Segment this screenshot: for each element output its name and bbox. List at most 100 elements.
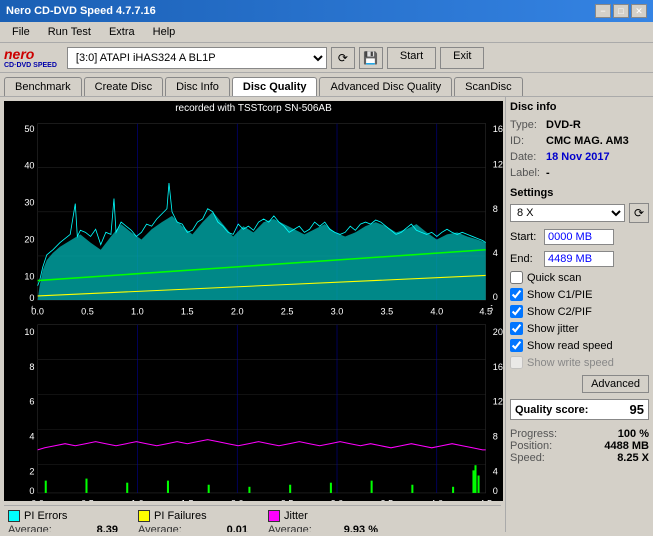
svg-text:1.5: 1.5: [181, 306, 194, 316]
progress-label: Progress:: [510, 428, 557, 440]
menu-file[interactable]: File: [4, 24, 38, 40]
svg-text:4: 4: [493, 466, 498, 476]
id-row: ID: CMC MAG. AM3: [510, 135, 649, 147]
save-button[interactable]: 💾: [359, 47, 383, 69]
svg-text:4: 4: [493, 248, 498, 258]
speed-progress-row: Speed: 8.25 X: [510, 452, 649, 464]
menu-help[interactable]: Help: [145, 24, 184, 40]
tabs-bar: Benchmark Create Disc Disc Info Disc Qua…: [0, 73, 653, 96]
svg-text:0.5: 0.5: [81, 498, 94, 501]
end-mb-input[interactable]: [544, 251, 614, 267]
progress-value: 100 %: [618, 428, 649, 440]
quick-scan-row: Quick scan: [510, 271, 649, 284]
svg-text:16: 16: [493, 362, 503, 372]
close-button[interactable]: ✕: [631, 4, 647, 18]
svg-text:30: 30: [24, 198, 34, 208]
show-c1pie-row: Show C1/PIE: [510, 288, 649, 301]
show-c1pie-label: Show C1/PIE: [527, 289, 592, 301]
tab-create-disc[interactable]: Create Disc: [84, 77, 163, 96]
pi-errors-color: [8, 510, 20, 522]
start-button[interactable]: Start: [387, 47, 436, 69]
show-write-speed-label: Show write speed: [527, 357, 614, 369]
svg-text:3.0: 3.0: [331, 306, 344, 316]
show-write-speed-checkbox[interactable]: [510, 356, 523, 369]
show-c1pie-checkbox[interactable]: [510, 288, 523, 301]
legend-jitter: Jitter Average: 9.93 % Maximum: 14.7 % P…: [268, 510, 378, 532]
svg-text:1.5: 1.5: [181, 498, 194, 501]
svg-text:4.0: 4.0: [430, 498, 443, 501]
svg-text:4.0: 4.0: [430, 306, 443, 316]
nero-logo: nero CD·DVD SPEED: [4, 46, 57, 69]
menu-bar: File Run Test Extra Help: [0, 22, 653, 43]
speed-select[interactable]: 8 X: [510, 204, 625, 222]
pi-errors-avg-label: Average:: [8, 524, 52, 532]
show-c2pif-label: Show C2/PIF: [527, 306, 592, 318]
pi-failures-avg-value: 0.01: [227, 524, 248, 532]
svg-text:50: 50: [24, 124, 34, 134]
quality-score-row: Quality score: 95: [510, 399, 649, 420]
refresh-drive-button[interactable]: ⟳: [331, 47, 355, 69]
tab-benchmark[interactable]: Benchmark: [4, 77, 82, 96]
svg-text:2.5: 2.5: [281, 306, 294, 316]
disc-label-value: -: [546, 167, 550, 179]
start-mb-input[interactable]: [544, 229, 614, 245]
position-row: Position: 4488 MB: [510, 440, 649, 452]
pi-failures-avg-label: Average:: [138, 524, 182, 532]
svg-text:8: 8: [493, 432, 498, 442]
main-content: recorded with TSSTcorp SN-506AB 50 40 30…: [0, 96, 653, 532]
exit-button[interactable]: Exit: [440, 47, 484, 69]
minimize-button[interactable]: −: [595, 4, 611, 18]
tab-scan-disc[interactable]: ScanDisc: [454, 77, 522, 96]
svg-text:16: 16: [493, 124, 503, 134]
svg-text:10: 10: [24, 272, 34, 282]
right-panel: Disc info Type: DVD-R ID: CMC MAG. AM3 D…: [505, 97, 653, 532]
legend-area: PI Errors Average: 8.39 Maximum: 46 Tota…: [4, 505, 501, 532]
menu-run-test[interactable]: Run Test: [40, 24, 99, 40]
speed-row: 8 X ⟳: [510, 203, 649, 223]
legend-pi-errors: PI Errors Average: 8.39 Maximum: 46 Tota…: [8, 510, 118, 532]
disc-label-row: Label: -: [510, 167, 649, 179]
svg-text:2.0: 2.0: [231, 306, 244, 316]
speed-refresh-button[interactable]: ⟳: [629, 203, 649, 223]
svg-text:2.0: 2.0: [231, 498, 244, 501]
chart-area: recorded with TSSTcorp SN-506AB 50 40 30…: [4, 101, 503, 501]
speed-value: 8.25 X: [617, 452, 649, 464]
id-value: CMC MAG. AM3: [546, 135, 629, 147]
svg-text:4: 4: [29, 432, 34, 442]
jitter-color: [268, 510, 280, 522]
tab-disc-info[interactable]: Disc Info: [165, 77, 230, 96]
title-bar: Nero CD-DVD Speed 4.7.7.16 − □ ✕: [0, 0, 653, 22]
svg-text:0.0: 0.0: [31, 306, 44, 316]
tab-disc-quality[interactable]: Disc Quality: [232, 77, 318, 96]
drive-select[interactable]: [3:0] ATAPI iHAS324 A BL1P: [67, 47, 327, 69]
svg-text:2: 2: [29, 466, 34, 476]
jitter-avg-label: Average:: [268, 524, 312, 532]
svg-text:20: 20: [24, 235, 34, 245]
speed-label: Speed:: [510, 452, 545, 464]
end-mb-label: End:: [510, 253, 540, 265]
svg-text:12: 12: [493, 160, 503, 170]
menu-extra[interactable]: Extra: [101, 24, 143, 40]
start-mb-row: Start:: [510, 229, 649, 245]
quality-score-label: Quality score:: [515, 404, 588, 416]
quick-scan-checkbox[interactable]: [510, 271, 523, 284]
show-write-speed-row: Show write speed: [510, 356, 649, 369]
window-title: Nero CD-DVD Speed 4.7.7.16: [6, 5, 156, 17]
show-c2pif-row: Show C2/PIF: [510, 305, 649, 318]
svg-text:12: 12: [493, 397, 503, 407]
svg-text:2.5: 2.5: [281, 498, 294, 501]
advanced-button[interactable]: Advanced: [582, 375, 649, 393]
show-jitter-checkbox[interactable]: [510, 322, 523, 335]
svg-text:3.0: 3.0: [331, 498, 344, 501]
position-value: 4488 MB: [604, 440, 649, 452]
settings-title: Settings: [510, 187, 649, 199]
maximize-button[interactable]: □: [613, 4, 629, 18]
pi-errors-label: PI Errors: [24, 510, 67, 522]
show-c2pif-checkbox[interactable]: [510, 305, 523, 318]
pi-errors-avg-value: 8.39: [97, 524, 118, 532]
svg-text:0: 0: [493, 486, 498, 496]
svg-text:10: 10: [24, 327, 34, 337]
show-read-speed-label: Show read speed: [527, 340, 613, 352]
tab-advanced-disc-quality[interactable]: Advanced Disc Quality: [319, 77, 452, 96]
show-read-speed-checkbox[interactable]: [510, 339, 523, 352]
